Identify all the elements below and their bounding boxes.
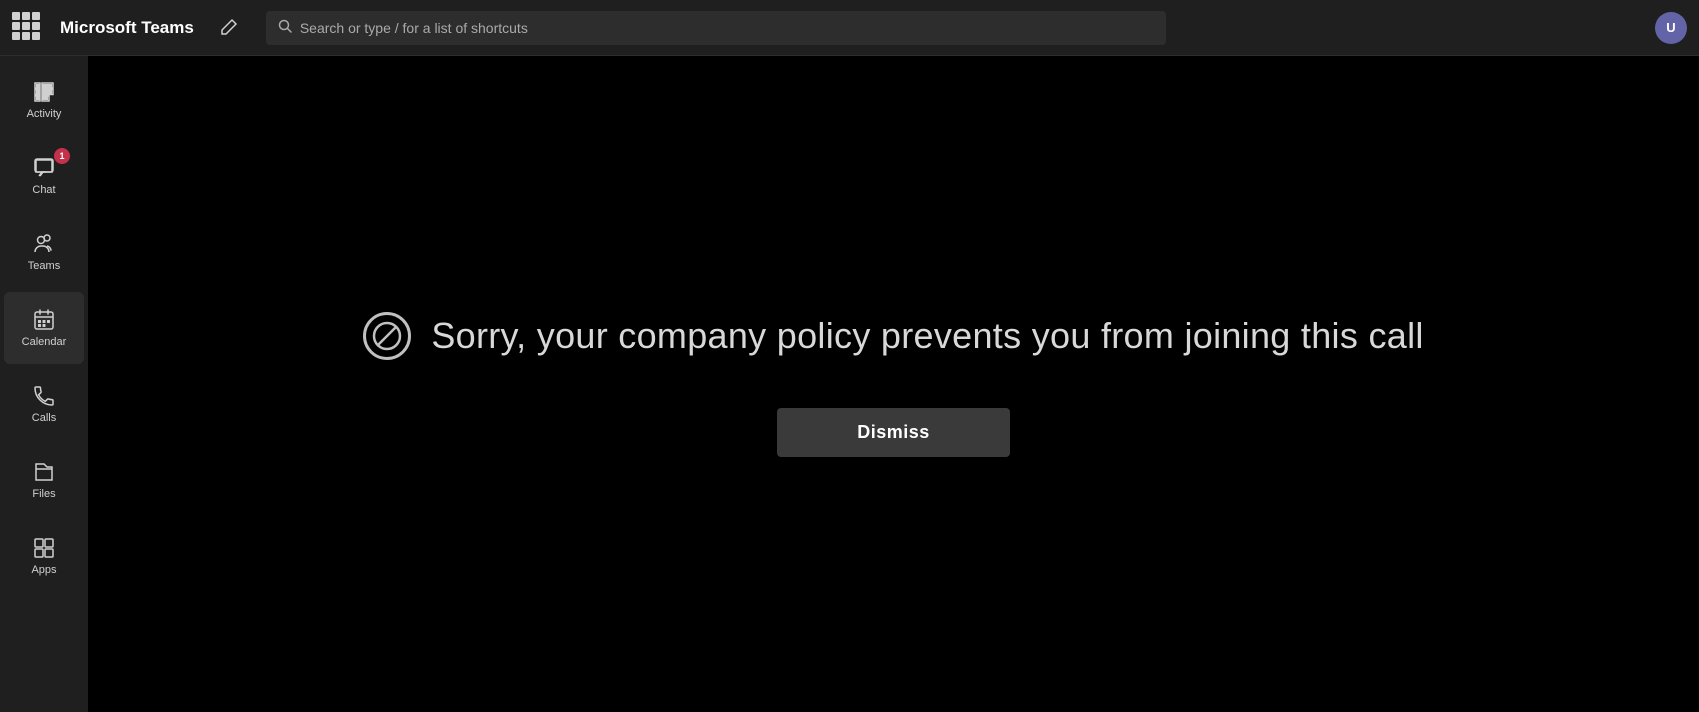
chat-badge: 1 <box>54 148 70 164</box>
teams-icon <box>31 232 57 256</box>
sidebar-label-apps: Apps <box>31 564 56 576</box>
sidebar-item-calendar[interactable]: Calendar <box>4 292 84 364</box>
sidebar-label-calendar: Calendar <box>22 336 67 348</box>
sidebar-item-apps[interactable]: Apps <box>4 520 84 592</box>
activity-icon <box>32 80 56 104</box>
topbar: Microsoft Teams U <box>0 0 1699 56</box>
error-message-container: Sorry, your company policy prevents you … <box>363 312 1423 360</box>
main-content: Sorry, your company policy prevents you … <box>88 56 1699 712</box>
user-avatar[interactable]: U <box>1655 12 1687 44</box>
sidebar: Activity 1 Chat <box>0 56 88 712</box>
grid-icon[interactable] <box>12 12 44 44</box>
dismiss-button[interactable]: Dismiss <box>777 408 1010 457</box>
sidebar-item-teams[interactable]: Teams <box>4 216 84 288</box>
sidebar-label-teams: Teams <box>28 260 60 272</box>
search-icon <box>278 19 292 36</box>
sidebar-label-chat: Chat <box>32 184 55 196</box>
calendar-icon <box>32 308 56 332</box>
sidebar-item-files[interactable]: Files <box>4 444 84 516</box>
sidebar-item-calls[interactable]: Calls <box>4 368 84 440</box>
sidebar-label-activity: Activity <box>27 108 62 120</box>
sidebar-label-files: Files <box>32 488 55 500</box>
sidebar-label-calls: Calls <box>32 412 56 424</box>
search-input[interactable] <box>300 20 1154 36</box>
calls-icon <box>32 384 56 408</box>
policy-blocked-icon <box>363 312 411 360</box>
main-layout: Activity 1 Chat <box>0 56 1699 712</box>
app-title: Microsoft Teams <box>60 18 194 38</box>
chat-icon <box>32 156 56 180</box>
compose-icon[interactable] <box>214 14 242 42</box>
apps-icon <box>32 536 56 560</box>
search-bar[interactable] <box>266 11 1166 45</box>
error-text: Sorry, your company policy prevents you … <box>431 315 1423 357</box>
sidebar-item-chat[interactable]: 1 Chat <box>4 140 84 212</box>
files-icon <box>32 460 56 484</box>
sidebar-item-activity[interactable]: Activity <box>4 64 84 136</box>
